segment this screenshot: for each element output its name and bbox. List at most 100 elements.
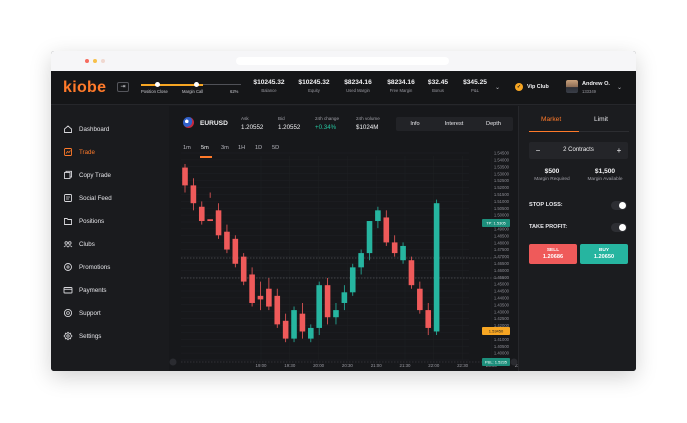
account-dropdown-chevron-icon[interactable]: ⌄ [495, 84, 500, 91]
card-icon [63, 285, 73, 295]
price-tick-label: 1.54000 [494, 158, 510, 163]
sidebar-item-settings[interactable]: Settings [63, 330, 101, 342]
toggle-knob [619, 224, 626, 231]
candle-up [341, 292, 348, 303]
price-tick-label: 1.49000 [494, 227, 510, 232]
app-window: kiobe ⇥ Position Close Margin Call 62% $… [51, 51, 636, 371]
sidebar-item-label: Promotions [79, 263, 111, 271]
price-tick-label: 1.47000 [494, 254, 510, 259]
candle-down [232, 238, 239, 264]
candle-down [417, 288, 423, 311]
sell-button[interactable]: SELL 1.20686 [529, 244, 577, 264]
sidebar-item-social-feed[interactable]: Social Feed [63, 192, 112, 204]
address-bar[interactable] [236, 57, 449, 65]
free-margin-value: $8234.16 [387, 79, 415, 86]
price-tick-label: 1.47500 [494, 247, 510, 252]
balance-value: $10245.32 [253, 79, 285, 86]
candle-down [207, 219, 213, 222]
active-tab-indicator [529, 131, 579, 132]
time-tick-label: 20:00 [313, 363, 325, 368]
increase-quantity-button[interactable]: + [612, 142, 626, 159]
quantity-value[interactable]: 2 Contracts [549, 142, 608, 159]
sidebar: Dashboard Trade Copy Trade Social Feed P… [51, 106, 169, 371]
gear-icon [63, 331, 73, 341]
candle-down [383, 217, 390, 243]
candle-down [198, 206, 205, 222]
take-profit-tag: TP: 1.5305 [486, 221, 506, 226]
buy-label: BUY [598, 248, 610, 253]
pnl-label: P&L [471, 88, 479, 93]
minimize-window-dot[interactable] [93, 59, 97, 63]
vip-club-link[interactable]: Vip Club [527, 84, 549, 90]
candle-down [324, 285, 331, 318]
candle-down [266, 288, 272, 307]
margin-available-value: $1,500 [594, 168, 616, 175]
tab-limit[interactable]: Limit [594, 116, 608, 123]
user-avatar[interactable] [566, 80, 578, 93]
tab-market[interactable]: Market [541, 116, 561, 123]
sidebar-item-support[interactable]: Support [63, 307, 101, 319]
price-tick-label: 1.44500 [494, 289, 510, 294]
user-menu-chevron-icon[interactable]: ⌄ [617, 84, 622, 91]
close-window-dot[interactable] [85, 59, 89, 63]
position-close-marker [155, 82, 160, 87]
user-name[interactable]: Andrew O. [582, 81, 610, 87]
candle-up [375, 210, 381, 222]
candle-up [433, 203, 440, 332]
stop-loss-toggle[interactable] [611, 201, 627, 210]
price-tick-label: 1.52000 [494, 185, 510, 190]
vip-crown-icon: ✓ [515, 83, 523, 91]
candle-up [333, 310, 339, 318]
price-tick-label: 1.43000 [494, 309, 510, 314]
price-tick-label: 1.52500 [494, 178, 510, 183]
margin-available: $1,500 Margin Available [580, 168, 630, 182]
time-tick-label: 21:30 [400, 363, 412, 368]
sidebar-item-payments[interactable]: Payments [63, 284, 107, 296]
kiobe-logo[interactable]: kiobe [63, 79, 106, 97]
price-tick-label: 1.42500 [494, 316, 510, 321]
buy-button[interactable]: BUY 1.20650 [580, 244, 628, 264]
candle-down [224, 231, 230, 250]
candle-up [366, 221, 373, 254]
stop-loss-label: STOP LOSS: [529, 202, 563, 208]
sidebar-item-label: Dashboard [79, 125, 110, 133]
candle-down [215, 210, 222, 236]
sidebar-item-clubs[interactable]: Clubs [63, 238, 95, 250]
quantity-stepper: − 2 Contracts + [529, 142, 628, 159]
price-tick-label: 1.48000 [494, 240, 510, 245]
sidebar-item-trade[interactable]: Trade [63, 146, 95, 158]
price-tick-label: 1.53500 [494, 164, 510, 169]
take-profit-toggle[interactable] [611, 223, 627, 232]
scroll-right-button [510, 358, 518, 366]
candle-down [190, 185, 197, 204]
positions-icon [63, 216, 73, 226]
sell-price: 1.20686 [542, 254, 564, 260]
top-bar: kiobe ⇥ Position Close Margin Call 62% $… [51, 71, 636, 105]
trade-icon [63, 147, 73, 157]
margin-percent-label: 62% [230, 89, 239, 94]
take-profit-label: TAKE PROFIT: [529, 224, 568, 230]
sidebar-item-label: Social Feed [79, 194, 112, 202]
candle-down [257, 295, 264, 300]
sell-label: SELL [546, 248, 560, 253]
sidebar-item-positions[interactable]: Positions [63, 215, 104, 227]
home-icon [63, 124, 73, 134]
sidebar-item-label: Support [79, 309, 101, 317]
buy-price: 1.20650 [593, 254, 615, 260]
candle-up [308, 327, 314, 339]
maximize-window-dot[interactable] [101, 59, 105, 63]
price-tick-label: 1.54500 [494, 151, 510, 156]
sidebar-item-copy-trade[interactable]: Copy Trade [63, 169, 111, 181]
candlestick-chart[interactable]: 1.54500 1.540001.53500 1.53000 1.52500 1.520… [169, 106, 518, 371]
toggle-knob [619, 202, 626, 209]
sidebar-item-dashboard[interactable]: Dashboard [63, 123, 109, 135]
candle-down [299, 313, 306, 332]
candle-up [291, 310, 297, 339]
decrease-quantity-button[interactable]: − [531, 142, 545, 159]
feed-icon [63, 193, 73, 203]
bonus-value: $32.45 [427, 79, 449, 86]
candle-down [282, 320, 289, 339]
margin-required-value: $500 [544, 168, 560, 175]
sidebar-item-promotions[interactable]: Promotions [63, 261, 110, 273]
collapse-sidebar-icon[interactable]: ⇥ [117, 82, 129, 92]
